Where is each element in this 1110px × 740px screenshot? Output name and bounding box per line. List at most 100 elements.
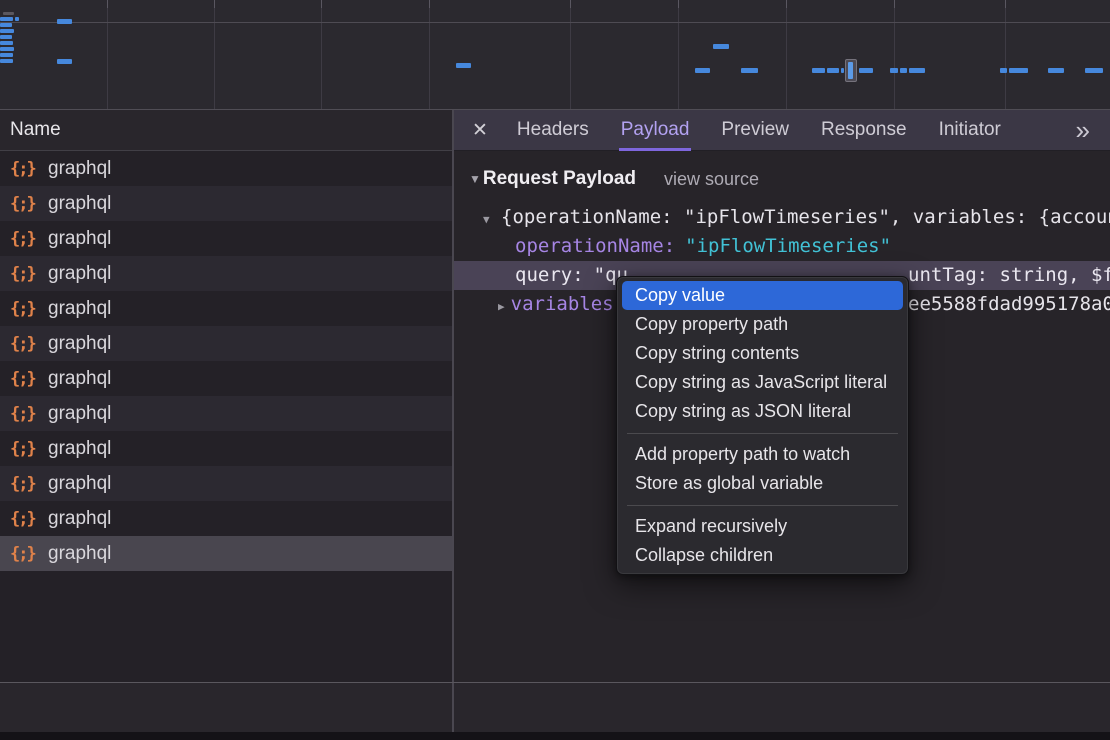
root-expander-icon[interactable]: ▼ [483,205,499,232]
json-braces-icon: {;} [10,299,38,319]
waterfall-bar [0,59,13,63]
json-braces-icon: {;} [10,509,38,529]
request-rows: {;} graphql {;} graphql {;} graphql {;} … [0,151,453,571]
request-name: graphql [48,333,111,355]
overview-gridline [894,0,895,110]
operation-name-row[interactable]: operationName: "ipFlowTimeseries" [454,232,1110,261]
waterfall-bar [890,68,898,73]
overview-gridline [321,0,322,110]
waterfall-bar [456,63,471,68]
table-row[interactable]: {;} graphql [0,326,453,361]
waterfall-bar [695,68,710,73]
table-row[interactable]: {;} graphql [0,466,453,501]
waterfall-bar [15,17,19,21]
property-value-right: ee5588fdad995178a0 [908,290,1110,319]
footer-splitter [452,683,454,732]
request-name: graphql [48,228,111,250]
close-icon[interactable]: ✕ [454,119,501,142]
root-line-text: {operationName: "ipFlowTimeseries", vari… [501,206,1110,228]
waterfall-bar [0,29,14,33]
table-row[interactable]: {;} graphql [0,186,453,221]
waterfall-bar [713,44,729,49]
request-name: graphql [48,403,111,425]
json-braces-icon: {;} [10,194,38,214]
waterfall-bar [1000,68,1007,73]
waterfall-bar [1085,68,1103,73]
waterfall-bar [0,47,14,51]
property-value-right: untTag: string, $f [908,261,1110,290]
context-menu-item[interactable]: Expand recursively [622,512,903,541]
tab-response[interactable]: Response [819,110,909,151]
empty-footer-row [0,683,1110,732]
context-menu: Copy value Copy property path Copy strin… [616,276,909,575]
waterfall-bar [0,41,13,45]
json-braces-icon: {;} [10,229,38,249]
waterfall-bar [827,68,839,73]
waterfall-bar [0,53,13,57]
overview-gridline [429,0,430,110]
table-row[interactable]: {;} graphql [0,221,453,256]
view-source-link[interactable]: view source [664,169,759,190]
name-column-header[interactable]: Name [0,110,453,151]
table-row[interactable]: {;} graphql [0,256,453,291]
waterfall-bar [57,59,72,64]
variables-expander-icon[interactable]: ▶ [498,292,505,319]
waterfall-bar [0,17,13,21]
payload-root-row[interactable]: ▼{operationName: "ipFlowTimeseries", var… [454,203,1110,232]
request-name: graphql [48,438,111,460]
context-menu-item[interactable]: Copy property path [622,310,903,339]
request-name: graphql [48,473,111,495]
request-name: graphql [48,368,111,390]
context-menu-item[interactable]: Copy string contents [622,339,903,368]
more-tabs-icon[interactable]: » [1076,117,1088,143]
context-menu-item[interactable]: Copy string as JSON literal [622,397,903,426]
request-name: graphql [48,158,111,180]
context-menu-item[interactable]: Add property path to watch [622,440,903,469]
network-overview[interactable] [0,0,1110,110]
request-name: graphql [48,543,111,565]
table-row[interactable]: {;} graphql [0,151,453,186]
tab-preview[interactable]: Preview [719,110,791,151]
waterfall-bar [909,68,925,73]
table-row[interactable]: {;} graphql [0,396,453,431]
tab-initiator[interactable]: Initiator [937,110,1003,151]
waterfall-bar [841,68,844,73]
context-menu-item[interactable]: Collapse children [622,541,903,570]
json-braces-icon: {;} [10,159,38,179]
json-braces-icon: {;} [10,474,38,494]
details-tab-bar: ✕ Headers Payload Preview Response Initi… [454,110,1110,151]
request-list-panel: Name {;} graphql {;} graphql {;} graphql… [0,110,453,682]
section-title: Request Payload [483,168,636,190]
table-row[interactable]: {;} graphql [0,291,453,326]
context-menu-item[interactable]: Copy value [622,281,903,310]
waterfall-bar [0,23,12,27]
waterfall-bar [741,68,758,73]
tab-payload[interactable]: Payload [619,110,692,151]
name-column-label: Name [10,119,61,141]
section-expander-icon[interactable]: ▼ [469,172,481,186]
waterfall-bar [812,68,825,73]
context-menu-item[interactable]: Copy string as JavaScript literal [622,368,903,397]
table-row[interactable]: {;} graphql [0,431,453,466]
tab-headers[interactable]: Headers [515,110,591,151]
waterfall-bar [1009,68,1028,73]
table-row[interactable]: {;} graphql [0,536,453,571]
window-bottom-edge [0,732,1110,740]
overview-gridline [786,0,787,110]
waterfall-bar [57,19,72,24]
waterfall-bar [3,12,14,15]
table-row[interactable]: {;} graphql [0,501,453,536]
property-value: "ipFlowTimeseries" [685,235,891,257]
property-key: variables [511,293,614,315]
waterfall-bar [859,68,873,73]
request-name: graphql [48,263,111,285]
context-menu-divider [617,426,908,440]
waterfall-bar [900,68,907,73]
table-row[interactable]: {;} graphql [0,361,453,396]
json-braces-icon: {;} [10,369,38,389]
context-menu-item[interactable]: Store as global variable [622,469,903,498]
property-key: operationName: [515,235,675,257]
request-payload-section-header: ▼ Request Payload view source [454,165,1110,193]
json-braces-icon: {;} [10,334,38,354]
overview-gridline [214,0,215,110]
